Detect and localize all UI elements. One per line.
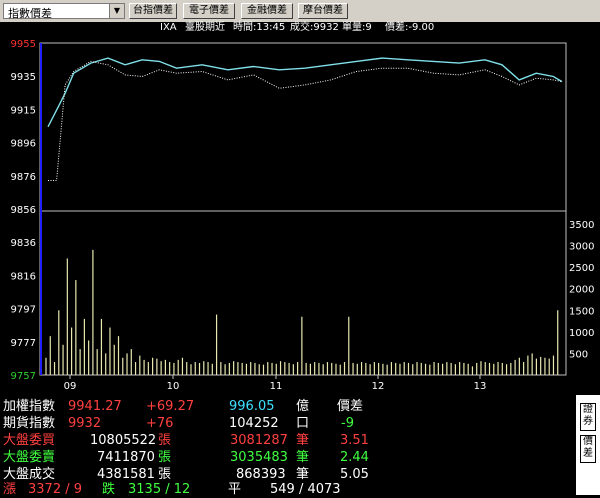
turnover-unit: 億 xyxy=(296,399,310,414)
chart-info-bar: IXA 臺股期近 時間:13:45 成交:9932 單量:9 價差:-9.00 xyxy=(0,22,568,34)
chevron-down-icon[interactable]: ▼ xyxy=(109,4,124,18)
volume-tick-label: 3000 xyxy=(569,242,594,253)
chart-canvas: 9955 9935 9915 9896 9876 9856 9836 9816 9797 9777… xyxy=(11,39,595,392)
x-tick-label: 12 xyxy=(372,381,385,392)
volume-tick-label: 2000 xyxy=(569,285,594,296)
contract-name: 臺股期近 xyxy=(185,22,225,33)
electronics-spread-button[interactable]: 電子價差 xyxy=(183,3,235,19)
price-tick-label: 9896 xyxy=(11,139,36,150)
bid-label: 大盤委買 xyxy=(3,433,56,448)
price-tick-label: 9816 xyxy=(11,271,36,282)
volume-tick-label: 1000 xyxy=(569,328,594,339)
futures-value: 9932 xyxy=(68,416,102,431)
price-tick-label: 9797 xyxy=(11,305,36,316)
price-tick-label: 9935 xyxy=(11,72,36,83)
futures-change: +76 xyxy=(146,416,174,431)
futures-line xyxy=(48,60,563,181)
volume-tick-label: 3500 xyxy=(569,220,594,231)
info-spread: 價差:-9.00 xyxy=(385,22,435,33)
ask-ratio: 2.44 xyxy=(340,450,369,465)
decline-label: 跌 xyxy=(102,482,116,497)
deal-lots: 4381581 xyxy=(97,467,155,482)
msci-spread-button[interactable]: 摩台價差 xyxy=(298,3,348,19)
price-tick-label: 9856 xyxy=(11,205,36,216)
chart-type-select[interactable]: 指數價差 ▼ xyxy=(3,3,125,20)
advance-label: 漲 xyxy=(3,482,17,497)
unchanged-value: 549 / 4073 xyxy=(270,482,341,497)
futures-volume: 104252 xyxy=(229,416,279,431)
taiex-change: +69.27 xyxy=(146,399,195,414)
info-deal: 成交:9932 xyxy=(290,22,339,33)
volume-tick-label: 1500 xyxy=(569,306,594,317)
deal-orders-unit: 筆 xyxy=(296,467,310,482)
market-summary-panel: 加權指數 9941.27 +69.27 996.05 億 價差 期貨指數 993… xyxy=(0,395,576,497)
x-tick-label: 09 xyxy=(64,381,77,392)
price-tick-label: 9915 xyxy=(11,105,36,116)
taiex-value: 9941.27 xyxy=(68,399,122,414)
ask-orders-unit: 筆 xyxy=(296,450,310,465)
volume-tick-label: 500 xyxy=(569,349,588,360)
x-tick-label: 13 xyxy=(474,381,487,392)
finance-spread-button[interactable]: 金融價差 xyxy=(241,3,293,19)
tab-spread-label: 價差 xyxy=(583,436,593,459)
price-tick-label: 9777 xyxy=(11,338,36,349)
deal-ratio: 5.05 xyxy=(340,467,369,482)
deal-label: 大盤成交 xyxy=(3,467,56,482)
decline-value: 3135 / 12 xyxy=(128,482,191,497)
contract-code: IXA xyxy=(160,22,177,33)
bid-lots: 10805522 xyxy=(90,433,157,448)
info-volume: 單量:9 xyxy=(342,22,372,33)
taiex-spread-button[interactable]: 台指價差 xyxy=(129,3,177,19)
deal-orders: 868393 xyxy=(236,467,286,482)
ask-orders: 3035483 xyxy=(230,450,288,465)
x-tick-label: 10 xyxy=(167,381,180,392)
futures-label: 期貨指數 xyxy=(3,416,56,431)
tab-securities-label: 證券 xyxy=(583,404,593,427)
turnover-value: 996.05 xyxy=(229,399,275,414)
price-tick-label: 9757 xyxy=(11,371,36,382)
tab-securities[interactable]: 證券 xyxy=(580,403,596,431)
bid-ratio: 3.51 xyxy=(340,433,369,448)
x-tick-label: 11 xyxy=(270,381,283,392)
spread-value: -9 xyxy=(341,416,354,431)
price-tick-label: 9955 xyxy=(11,39,36,50)
advance-value: 3372 / 9 xyxy=(28,482,82,497)
price-tick-label: 9876 xyxy=(11,172,36,183)
info-time: 時間:13:45 xyxy=(233,22,286,33)
unchanged-label: 平 xyxy=(228,482,242,497)
tab-spread[interactable]: 價差 xyxy=(580,435,596,463)
bid-orders-unit: 筆 xyxy=(296,433,310,448)
bid-orders: 3081287 xyxy=(230,433,288,448)
ask-lots: 7411870 xyxy=(97,450,155,465)
volume-tick-label: 2500 xyxy=(569,263,594,274)
ask-label: 大盤委賣 xyxy=(3,450,56,465)
ask-lots-unit: 張 xyxy=(158,450,172,465)
index-line xyxy=(47,57,563,128)
bid-lots-unit: 張 xyxy=(158,433,172,448)
taiex-label: 加權指數 xyxy=(3,399,56,414)
plot-frame xyxy=(39,42,567,376)
futures-volume-unit: 口 xyxy=(296,416,310,431)
spread-chart: 9955 9935 9915 9896 9876 9856 9836 9816 9797 9777… xyxy=(0,22,600,394)
chart-type-value: 指數價差 xyxy=(8,7,52,20)
deal-lots-unit: 張 xyxy=(158,467,172,482)
toolbar: 指數價差 ▼ 台指價差 電子價差 金融價差 摩台價差 xyxy=(0,0,600,22)
price-tick-label: 9836 xyxy=(11,238,36,249)
side-tabs: 證券 價差 xyxy=(576,395,600,495)
spread-heading: 價差 xyxy=(337,399,364,414)
